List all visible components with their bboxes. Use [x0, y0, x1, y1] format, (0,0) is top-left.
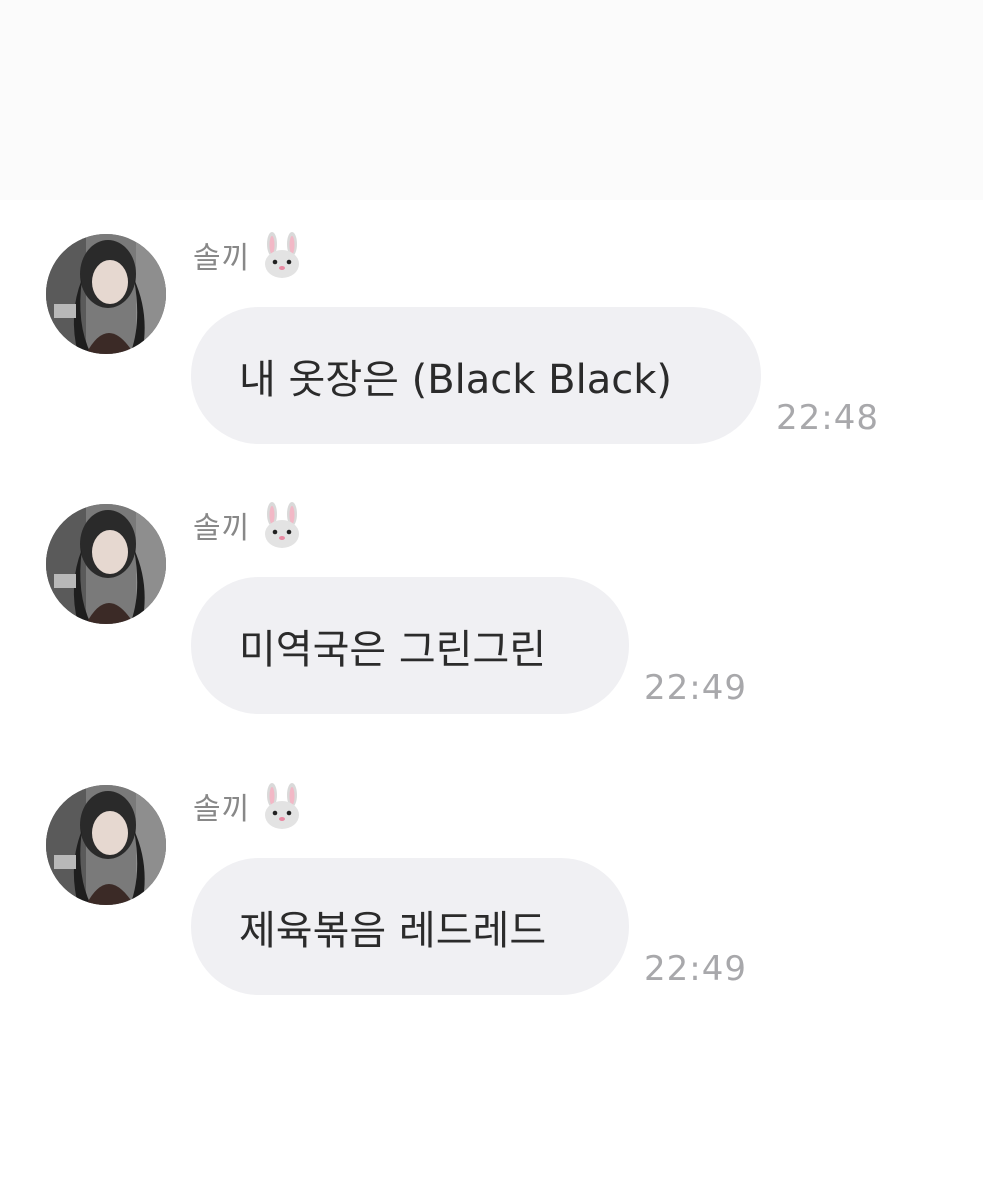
avatar[interactable]: [46, 234, 166, 354]
message-bubble[interactable]: 미역국은 그린그린: [191, 577, 629, 714]
chat-message-list[interactable]: 솔끼 내 옷장은 (Black Black) 22:48 솔끼 미역국은 그린그…: [0, 200, 983, 1200]
sender-name: 솔끼: [193, 792, 251, 827]
message-timestamp: 22:48: [776, 398, 879, 438]
message-text: 미역국은 그린그린: [239, 626, 547, 673]
chat-message: 솔끼 제육볶음 레드레드 22:49: [0, 751, 983, 995]
message-bubble[interactable]: 내 옷장은 (Black Black): [191, 307, 761, 444]
avatar[interactable]: [46, 785, 166, 905]
sender-header: 솔끼: [193, 500, 304, 550]
message-timestamp: 22:49: [644, 668, 747, 708]
message-text: 제육볶음 레드레드: [239, 907, 547, 954]
top-blank-area: [0, 0, 983, 200]
rabbit-face-icon: [265, 783, 300, 829]
avatar[interactable]: [46, 504, 166, 624]
sender-header: 솔끼: [193, 781, 304, 831]
message-timestamp: 22:49: [644, 949, 747, 989]
message-bubble[interactable]: 제육볶음 레드레드: [191, 858, 629, 995]
sender-name: 솔끼: [193, 241, 251, 276]
rabbit-face-icon: [265, 502, 300, 548]
message-text: 내 옷장은 (Black Black): [239, 356, 673, 403]
rabbit-face-icon: [265, 232, 300, 278]
chat-message: 솔끼 내 옷장은 (Black Black) 22:48: [0, 200, 983, 444]
chat-message: 솔끼 미역국은 그린그린 22:49: [0, 470, 983, 714]
sender-name: 솔끼: [193, 511, 251, 546]
sender-header: 솔끼: [193, 230, 304, 280]
